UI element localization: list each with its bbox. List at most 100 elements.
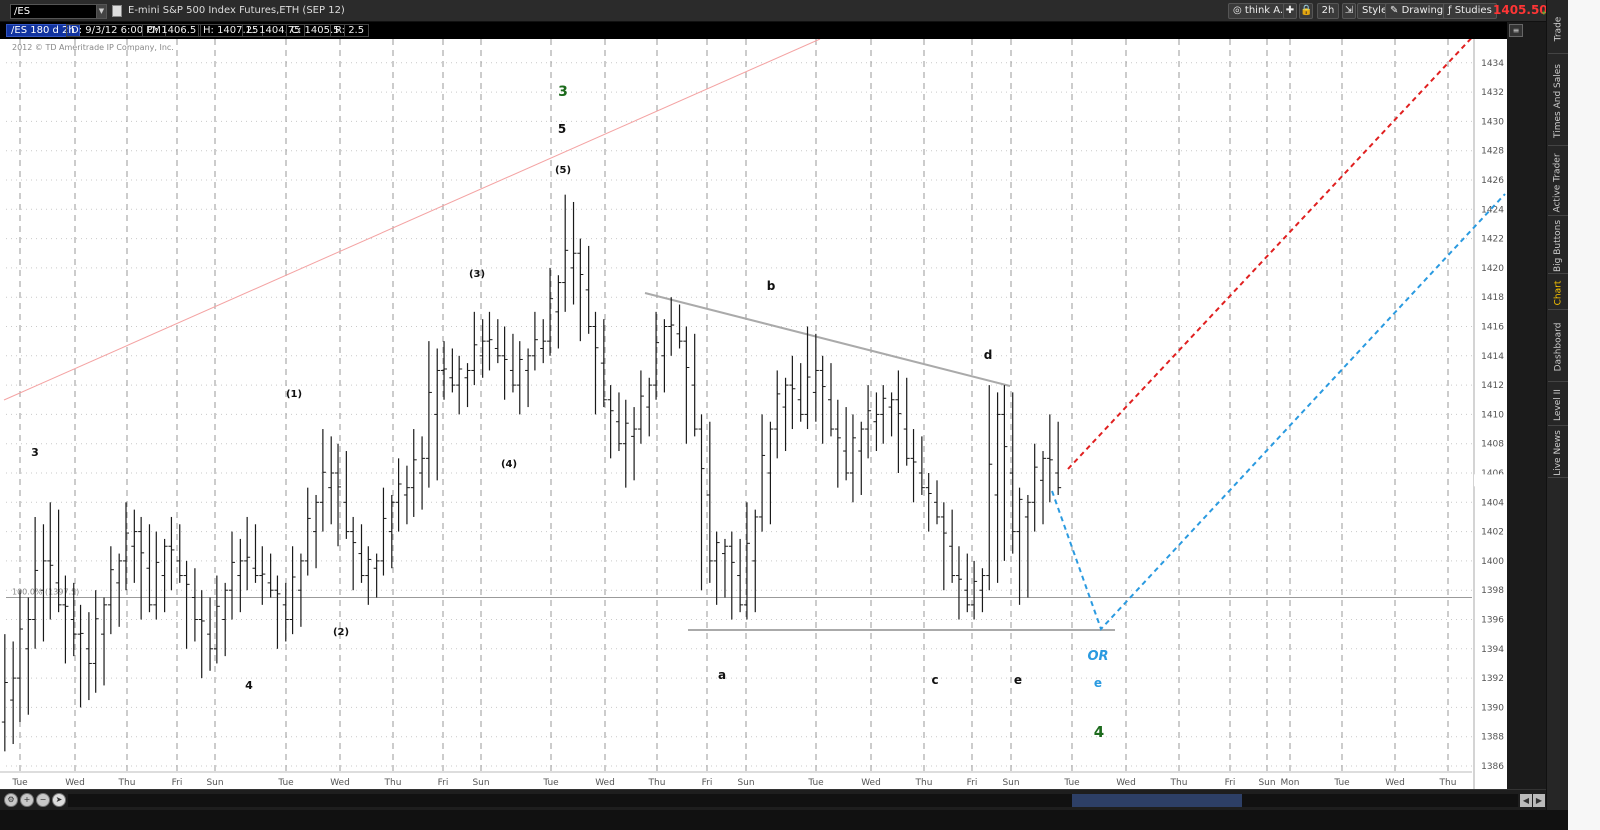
zoom-in-icon[interactable]: + — [20, 793, 34, 807]
studies-label: Studies — [1454, 5, 1492, 16]
time-axis-label: Tue — [11, 778, 28, 788]
price-chart[interactable]: Tue Wed Thu Fri Sun Tue Wed Thu Fri Sun Tue Wed Thu F… — [0, 39, 1507, 789]
side-tab-trade[interactable]: Trade — [1548, 4, 1568, 54]
side-tab-label: Level II — [1553, 388, 1563, 421]
side-tab-big-buttons[interactable]: Big Buttons — [1548, 218, 1568, 274]
side-tab-times-and-sales[interactable]: Times And Sales — [1548, 56, 1568, 146]
document-icon[interactable] — [112, 5, 122, 17]
time-axis-label: Sun — [737, 778, 754, 788]
price-axis-label: 1416 — [1481, 323, 1504, 333]
side-tab-chart[interactable]: Chart — [1548, 276, 1568, 310]
wave-label: c — [931, 673, 938, 687]
price-axis-label: 1390 — [1481, 703, 1504, 713]
time-axis-label: Thu — [1170, 778, 1188, 788]
price-axis-label: 1414 — [1481, 352, 1504, 362]
chart-canvas[interactable]: Tue Wed Thu Fri Sun Tue Wed Thu Fri Sun Tue Wed Thu F… — [0, 39, 1507, 789]
chevron-down-icon[interactable]: ▼ — [96, 4, 107, 19]
scroll-left-icon[interactable]: ◀ — [1520, 794, 1532, 807]
side-tab-dashboard[interactable]: Dashboard — [1548, 312, 1568, 382]
settings-icon[interactable]: ⚙ — [4, 793, 18, 807]
time-axis-label: Fri — [967, 778, 978, 788]
time-axis-label: Tue — [542, 778, 559, 788]
wave-label: e — [1094, 676, 1102, 690]
wave-label: (5) — [555, 165, 571, 176]
drawings-label: Drawings — [1401, 5, 1449, 16]
channel-upper-line — [3, 39, 821, 401]
time-axis-label: Fri — [1225, 778, 1236, 788]
time-axis-label: Wed — [595, 778, 615, 788]
side-tab-label: Big Buttons — [1553, 219, 1563, 272]
time-axis-label: Tue — [1333, 778, 1350, 788]
price-axis-label: 1432 — [1481, 88, 1504, 98]
time-axis-label: Thu — [1439, 778, 1457, 788]
time-axis-label: Tue — [1063, 778, 1080, 788]
price-axis-label: 1426 — [1481, 176, 1504, 186]
zoom-out-icon[interactable]: − — [36, 793, 50, 807]
price-axis-label: 1388 — [1481, 733, 1504, 743]
price-axis-label: 1402 — [1481, 528, 1504, 538]
price-axis-label: 1428 — [1481, 147, 1504, 157]
instrument-description: E-mini S&P 500 Index Futures,ETH (SEP 12… — [128, 5, 345, 16]
window-edge — [1568, 0, 1600, 830]
info-range: R: 2.5 — [330, 24, 370, 37]
symbol-input[interactable]: /ES — [10, 4, 98, 19]
zoom-icon[interactable]: ⇲ — [1342, 3, 1356, 19]
projection-blue-line — [1051, 193, 1506, 631]
time-axis-label: Fri — [172, 778, 183, 788]
scroll-right-icon[interactable]: ▶ — [1533, 794, 1545, 807]
time-axis-label: Fri — [438, 778, 449, 788]
scrollbar-thumb[interactable] — [1072, 794, 1242, 807]
fib-100-label: 100.0% (1397.5) — [12, 588, 79, 597]
side-tab-label: Trade — [1553, 16, 1564, 41]
side-tab-bar: Trade Times And Sales Active Trader Big But… — [1546, 0, 1568, 810]
price-axis-label: 1392 — [1481, 674, 1504, 684]
price-axis-label: 1396 — [1481, 616, 1504, 626]
price-axis-label: 1422 — [1481, 235, 1504, 245]
wave-label: 5 — [558, 122, 566, 136]
price-axis-label: 1430 — [1481, 117, 1504, 127]
price-axis-label: 1412 — [1481, 381, 1504, 391]
time-axis-label: Thu — [118, 778, 136, 788]
wave-label: OR — [1087, 649, 1108, 664]
price-axis-label: 1408 — [1481, 440, 1504, 450]
cursor-icon[interactable]: ➤ — [52, 793, 66, 807]
chart-toolbar: /ES ▼ E-mini S&P 500 Index Futures,ETH (… — [0, 0, 1569, 22]
price-axis-label: 1434 — [1481, 59, 1504, 69]
time-axis-label: Tue — [277, 778, 294, 788]
crosshair-icon[interactable]: ✚ — [1283, 3, 1297, 19]
wave-label: (4) — [501, 459, 517, 470]
price-axis-label: 1410 — [1481, 410, 1504, 420]
studies-button[interactable]: ƒ Studies — [1443, 3, 1497, 19]
time-scrollbar[interactable] — [68, 794, 1518, 807]
side-tab-level-ii[interactable]: Level II — [1548, 384, 1568, 426]
time-axis-label: Wed — [330, 778, 350, 788]
time-axis-label: Sun — [1002, 778, 1019, 788]
lock-icon[interactable]: 🔒 — [1299, 3, 1313, 19]
side-tab-label: Live News — [1553, 429, 1563, 476]
time-axis-label: Wed — [1116, 778, 1136, 788]
aggregation-button[interactable]: 2h — [1317, 3, 1339, 19]
time-axis-label: Sun — [472, 778, 489, 788]
wave-label: (2) — [333, 627, 349, 638]
side-tab-label: Chart — [1553, 280, 1564, 305]
time-axis-label: Mon — [1281, 778, 1300, 788]
status-strip — [0, 810, 1600, 830]
wave-label: 3 — [558, 84, 568, 100]
style-label: Style — [1362, 5, 1388, 16]
chart-navigation-bar: ⚙ + − ➤ ◀ ▶ — [0, 789, 1568, 810]
time-axis-label: Wed — [65, 778, 85, 788]
wave-label: e — [1014, 673, 1022, 687]
menu-icon[interactable]: ≡ — [1509, 24, 1523, 37]
price-axis-label: 1398 — [1481, 586, 1504, 596]
time-axis-label: Tue — [807, 778, 824, 788]
wave-label: a — [718, 668, 726, 682]
last-price: 1405.50 — [1493, 3, 1548, 17]
side-tab-live-news[interactable]: Live News — [1548, 428, 1568, 478]
wave-label: (3) — [469, 269, 485, 280]
side-tab-active-trader[interactable]: Active Trader — [1548, 150, 1568, 216]
time-axis-label: Wed — [861, 778, 881, 788]
side-tab-label: Dashboard — [1553, 322, 1564, 371]
wave-label: (1) — [286, 389, 302, 400]
wave-label: b — [767, 279, 776, 293]
time-axis-label: Wed — [1385, 778, 1405, 788]
